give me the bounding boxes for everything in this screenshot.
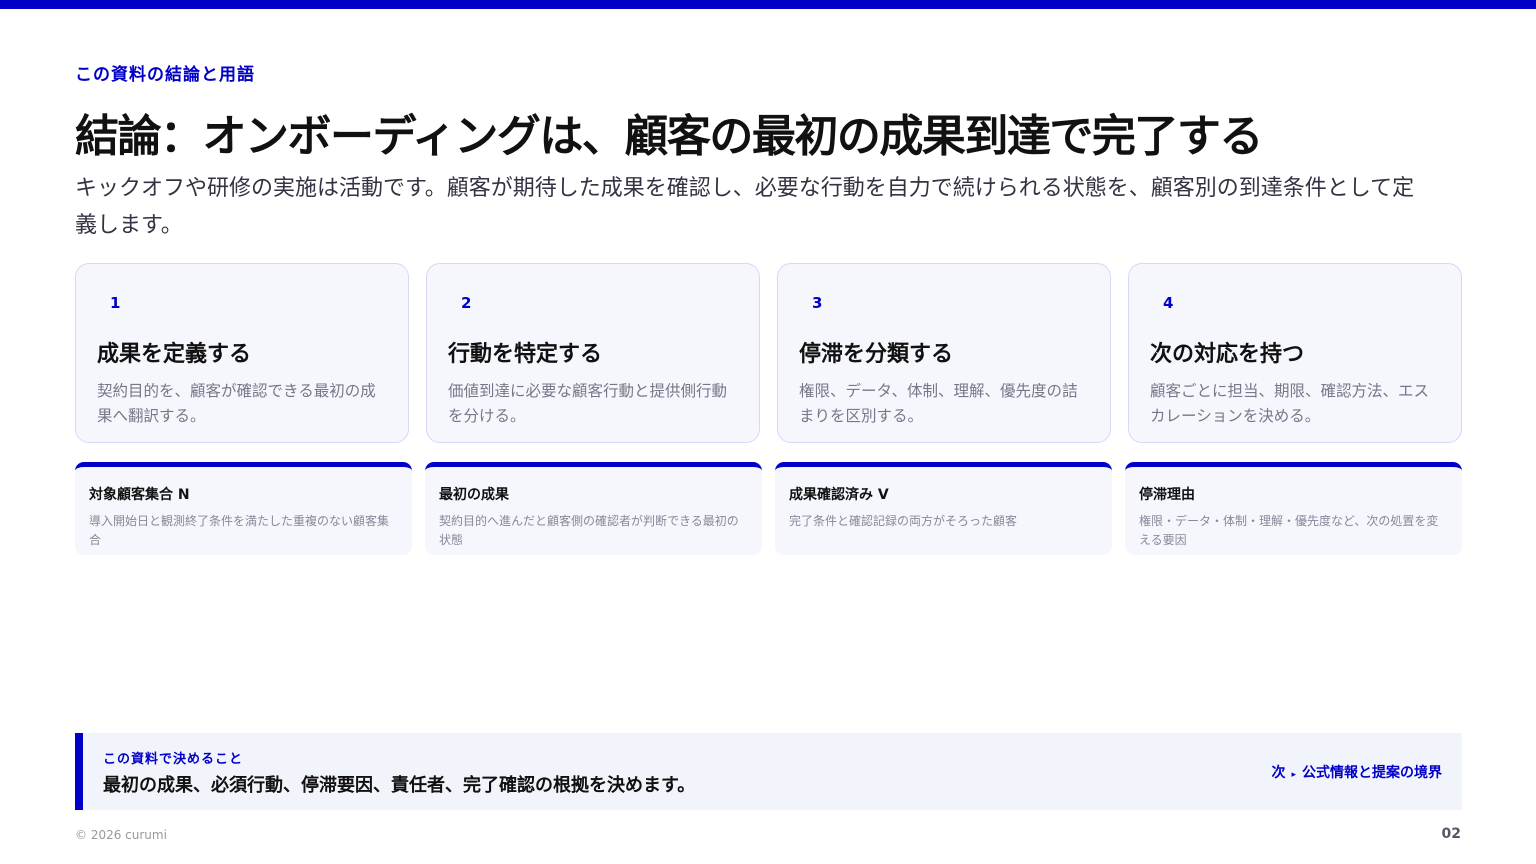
term-card-4: 停滞理由 権限・データ・体制・理解・優先度など、次の処置を変える要因: [1125, 462, 1462, 555]
term-card-1: 対象顧客集合 N 導入開始日と観測終了条件を満たした重複のない顧客集合: [75, 462, 412, 555]
page-title: 結論：オンボーディングは、顧客の最初の成果到達で完了する: [75, 111, 1263, 162]
page-number: 02: [1441, 826, 1461, 842]
step-title: 成果を定義する: [97, 342, 252, 367]
step-description: 価値到達に必要な顧客行動と提供側行動を分ける。: [448, 382, 728, 425]
term-description: 契約目的へ進んだと顧客側の確認者が判断できる最初の状態: [439, 514, 739, 547]
step-card-1: 1 成果を定義する 契約目的を、顧客が確認できる最初の成果へ翻訳する。: [75, 263, 409, 443]
decision-label: この資料で決めること: [103, 752, 244, 767]
step-title: 次の対応を持つ: [1150, 342, 1305, 367]
lead-paragraph: キックオフや研修の実施は活動です。顧客が期待した成果を確認し、必要な行動を自力で…: [75, 176, 1415, 238]
step-description: 権限、データ、体制、理解、優先度の詰まりを区別する。: [799, 382, 1078, 425]
top-accent-bar: [0, 0, 1536, 9]
term-card-3: 成果確認済み V 完了条件と確認記録の両方がそろった顧客: [775, 462, 1112, 555]
step-card-2: 2 行動を特定する 価値到達に必要な顧客行動と提供側行動を分ける。: [426, 263, 760, 443]
term-title: 対象顧客集合 N: [89, 487, 190, 503]
step-title: 停滞を分類する: [799, 342, 954, 367]
term-card-2: 最初の成果 契約目的へ進んだと顧客側の確認者が判断できる最初の状態: [425, 462, 762, 555]
step-number: 4: [1163, 294, 1174, 312]
term-title: 停滞理由: [1139, 487, 1195, 503]
step-number: 2: [461, 294, 472, 312]
decision-text: 最初の成果、必須行動、停滞要因、責任者、完了確認の根拠を決めます。: [103, 775, 696, 796]
term-definitions: 対象顧客集合 N 導入開始日と観測終了条件を満たした重複のない顧客集合 最初の成…: [75, 462, 1462, 555]
copyright: © 2026 curumi: [75, 828, 167, 842]
step-number: 3: [812, 294, 823, 312]
next-section-link[interactable]: 次 ▸ 公式情報と提案の境界: [1271, 762, 1442, 782]
step-card-4: 4 次の対応を持つ 顧客ごとに担当、期限、確認方法、エスカレーションを決める。: [1128, 263, 1462, 443]
step-description: 契約目的を、顧客が確認できる最初の成果へ翻訳する。: [97, 382, 376, 425]
step-title: 行動を特定する: [448, 342, 603, 367]
decision-summary-box: この資料で決めること 最初の成果、必須行動、停滞要因、責任者、完了確認の根拠を決…: [75, 733, 1462, 810]
step-card-3: 3 停滞を分類する 権限、データ、体制、理解、優先度の詰まりを区別する。: [777, 263, 1111, 443]
term-title: 最初の成果: [439, 487, 509, 503]
step-description: 顧客ごとに担当、期限、確認方法、エスカレーションを決める。: [1150, 382, 1430, 425]
arrow-right-icon: ▸: [1291, 770, 1296, 780]
step-cards: 1 成果を定義する 契約目的を、顧客が確認できる最初の成果へ翻訳する。 2 行動…: [75, 263, 1462, 443]
next-prefix: 次: [1271, 765, 1286, 781]
section-eyebrow: この資料の結論と用語: [75, 65, 255, 85]
term-description: 権限・データ・体制・理解・優先度など、次の処置を変える要因: [1139, 514, 1439, 547]
term-title: 成果確認済み V: [789, 487, 889, 503]
term-description: 完了条件と確認記録の両方がそろった顧客: [789, 514, 1018, 528]
next-section-label: 公式情報と提案の境界: [1302, 765, 1442, 781]
term-description: 導入開始日と観測終了条件を満たした重複のない顧客集合: [89, 514, 390, 547]
step-number: 1: [110, 294, 121, 312]
